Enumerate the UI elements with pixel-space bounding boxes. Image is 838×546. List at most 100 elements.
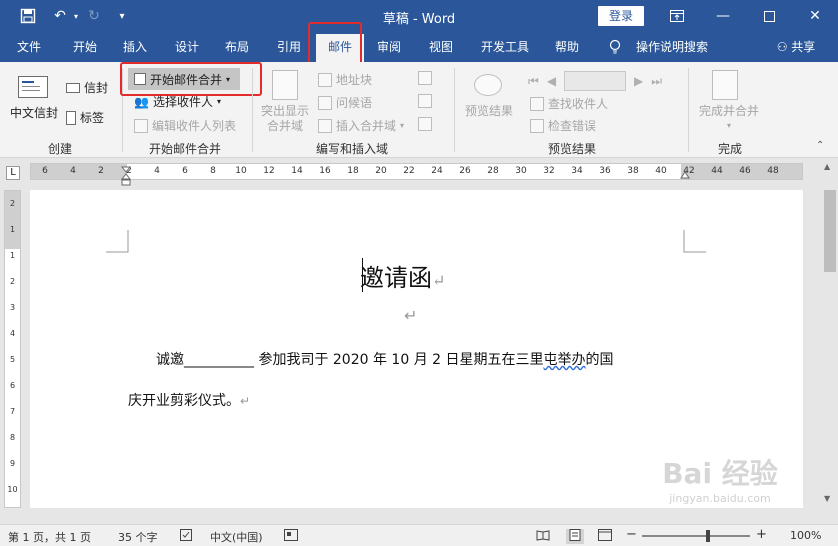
envelope-button[interactable]: 信封: [66, 79, 108, 96]
next-record-icon[interactable]: ▶: [634, 74, 643, 88]
tab-home[interactable]: 开始: [64, 32, 106, 62]
highlight-merge-fields-button[interactable]: 突出显示 合并域: [260, 104, 310, 134]
recipients-icon: 👥: [134, 94, 149, 109]
ruler-tick-label: 22: [403, 166, 415, 176]
share-label: 共享: [791, 40, 816, 54]
edit-list-icon: [134, 118, 148, 133]
vruler-tick-label: 2: [9, 277, 16, 286]
greeting-line-label: 问候语: [336, 96, 373, 110]
finish-merge-button[interactable]: 完成并合并: [694, 104, 764, 119]
ribbon-tabs: 文件 开始 插入 设计 布局 引用 邮件 审阅 视图 开发工具 帮助 操作说明搜…: [0, 32, 838, 62]
zoom-in-icon[interactable]: +: [756, 527, 767, 542]
finish-merge-icon: [712, 70, 738, 100]
zoom-out-icon[interactable]: −: [626, 527, 637, 542]
match-fields-button[interactable]: [418, 94, 432, 108]
print-layout-icon[interactable]: [566, 529, 584, 544]
share-button[interactable]: ⚇ 共享: [768, 32, 824, 62]
tab-references[interactable]: 引用: [268, 32, 310, 62]
ruler-tick-label: 34: [571, 166, 583, 176]
vertical-ruler[interactable]: 211234567891011: [4, 190, 21, 520]
read-mode-icon[interactable]: [536, 529, 550, 544]
group-separator: [252, 68, 253, 152]
previous-record-icon[interactable]: ◀: [547, 74, 556, 88]
chinese-envelope-icon: [18, 76, 48, 98]
document-heading[interactable]: 邀请函↵: [360, 258, 445, 293]
invite-prefix: 诚邀: [156, 352, 184, 368]
ruler-tick-label: 26: [459, 166, 471, 176]
address-block-button[interactable]: 地址块: [318, 71, 372, 88]
tab-developer[interactable]: 开发工具: [474, 32, 536, 62]
vruler-tick-label: 1: [9, 225, 16, 234]
tab-selector-icon[interactable]: L: [6, 166, 20, 180]
edit-recipient-list-button[interactable]: 编辑收件人列表: [134, 117, 236, 134]
scroll-down-icon[interactable]: ▼: [824, 494, 830, 503]
insert-field-icon: [318, 118, 332, 133]
web-layout-icon[interactable]: [598, 529, 612, 544]
tab-insert[interactable]: 插入: [114, 32, 156, 62]
tab-design[interactable]: 设计: [166, 32, 208, 62]
body-line-2[interactable]: 庆开业剪彩仪式。↵: [128, 390, 250, 410]
zoom-level[interactable]: 100%: [790, 529, 821, 542]
select-recipients-button[interactable]: 👥 选择收件人 ▾: [134, 93, 221, 110]
labels-button[interactable]: 标签: [66, 109, 104, 126]
right-indent-marker-icon[interactable]: [680, 170, 690, 180]
tab-view[interactable]: 视图: [420, 32, 462, 62]
heading-text: 邀请函: [360, 264, 432, 292]
ruler-tick-label: 20: [375, 166, 387, 176]
status-bar: 第 1 页，共 1 页 35 个字 中文(中国) − + 100%: [0, 524, 838, 546]
page-count[interactable]: 第 1 页，共 1 页: [8, 529, 91, 545]
vruler-tick-label: 7: [9, 407, 16, 416]
invite-end-text: 的国: [585, 352, 614, 368]
collapse-ribbon-icon[interactable]: ⌃: [816, 140, 824, 151]
scrollbar-thumb[interactable]: [824, 190, 836, 272]
check-errors-button[interactable]: 检查错误: [530, 117, 596, 134]
chinese-envelope-button[interactable]: 中文信封: [10, 104, 58, 121]
label-icon: [66, 110, 76, 125]
find-recipient-button[interactable]: 查找收件人: [530, 95, 608, 112]
zoom-slider[interactable]: [642, 535, 750, 537]
scroll-up-icon[interactable]: ▲: [824, 162, 830, 171]
word-count[interactable]: 35 个字: [118, 529, 158, 545]
macro-icon[interactable]: [284, 529, 298, 544]
indent-marker-icon[interactable]: [120, 166, 132, 186]
tab-file[interactable]: 文件: [8, 32, 50, 62]
maximize-icon[interactable]: [746, 0, 792, 32]
close-icon[interactable]: ✕: [792, 0, 838, 32]
ruler-tick-label: 6: [42, 166, 48, 176]
minimize-icon[interactable]: —: [700, 0, 746, 32]
greeting-line-button[interactable]: 问候语: [318, 94, 372, 111]
first-record-icon[interactable]: ⏮: [528, 74, 539, 89]
update-labels-icon: [418, 117, 432, 131]
record-number-field[interactable]: [564, 71, 627, 91]
update-labels-button[interactable]: [418, 117, 432, 131]
insert-merge-field-label: 插入合并域: [336, 119, 397, 133]
tab-help[interactable]: 帮助: [546, 32, 588, 62]
proofing-icon[interactable]: [180, 529, 194, 544]
ribbon-display-icon[interactable]: [654, 0, 700, 32]
rules-button[interactable]: [418, 71, 432, 85]
ruler-tick-label: 28: [487, 166, 499, 176]
zoom-slider-knob[interactable]: [706, 530, 710, 542]
paragraph-mark-icon: ↵: [432, 271, 446, 290]
group-write-insert-label: 编写和插入域: [315, 142, 388, 156]
person-icon: ⚇: [776, 40, 788, 54]
ruler-tick-label: 48: [767, 166, 779, 176]
body-line-1[interactable]: 诚邀__________ 参加我司于 2020 年 10 月 2 日星期五在三里…: [156, 349, 614, 369]
group-create-label: 创建: [47, 142, 72, 156]
language[interactable]: 中文(中国): [210, 529, 263, 545]
preview-results-button[interactable]: 预览结果: [462, 104, 516, 119]
insert-merge-field-button[interactable]: 插入合并域 ▾: [318, 117, 404, 134]
login-button[interactable]: 登录: [598, 6, 644, 26]
tab-layout[interactable]: 布局: [216, 32, 258, 62]
vruler-tick-label: 9: [9, 459, 16, 468]
edit-recipient-list-label: 编辑收件人列表: [152, 119, 237, 133]
record-navigation: ⏮ ◀ ▶ ⏭: [528, 71, 662, 91]
last-record-icon[interactable]: ⏭: [651, 74, 662, 89]
ruler-tick-label: 18: [347, 166, 359, 176]
ruler-tick-label: 16: [319, 166, 331, 176]
tell-me-search[interactable]: 操作说明搜索: [630, 32, 714, 62]
watermark-main-text: Bai 经验: [662, 457, 778, 490]
tab-review[interactable]: 审阅: [368, 32, 410, 62]
group-separator: [454, 68, 455, 152]
find-recipient-label: 查找收件人: [548, 97, 609, 111]
